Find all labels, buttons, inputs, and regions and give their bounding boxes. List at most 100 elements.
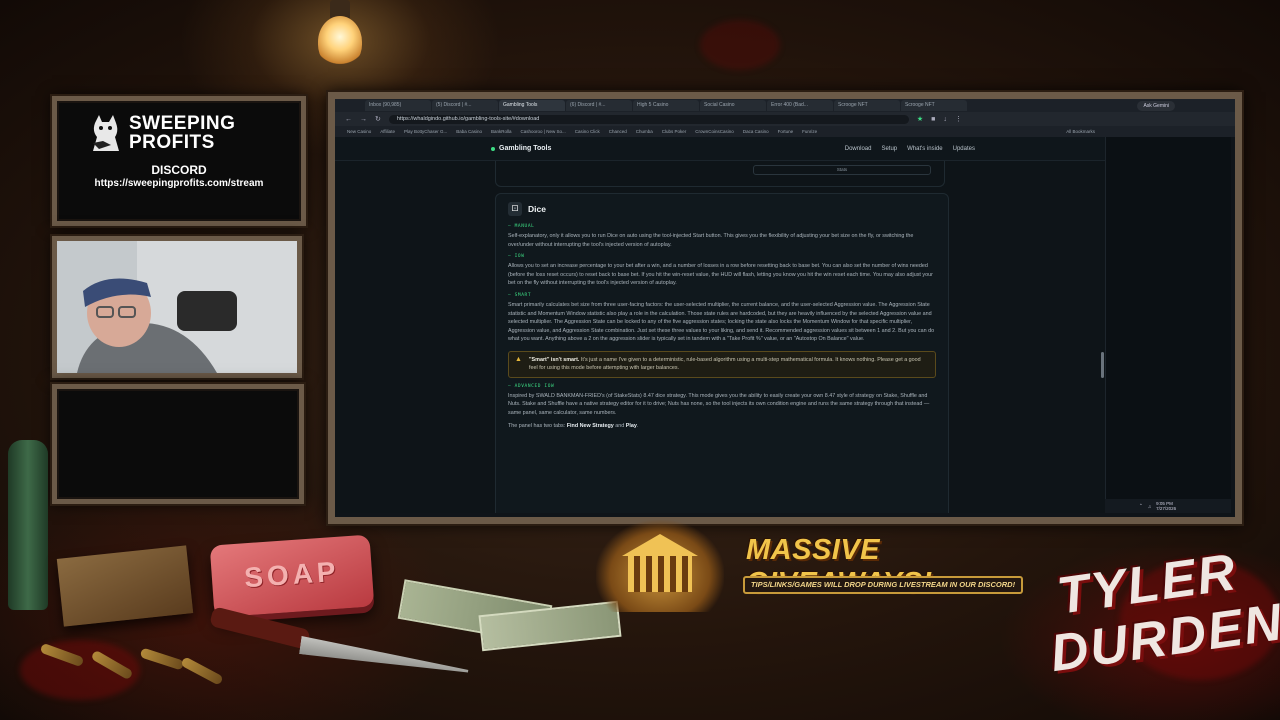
- tab-name-find-new-strategy: Find New Strategy: [566, 422, 614, 429]
- warning-icon: ▲: [515, 355, 522, 363]
- extensions-icon[interactable]: ■: [931, 116, 935, 123]
- wifi-icon[interactable]: ⌃: [1139, 503, 1143, 509]
- bookmark-item[interactable]: Funrize: [802, 129, 817, 134]
- bullets-prop: [39, 642, 240, 690]
- section-label-iow: — IOW: [508, 254, 525, 260]
- section-label-smart: — SMART: [508, 292, 532, 298]
- browser-window: Inbox (90,985) (5) Discord | #... Gambli…: [335, 99, 1235, 517]
- brand-dot-icon: [491, 146, 495, 151]
- ask-gemini-button[interactable]: Ask Gemini: [1137, 100, 1175, 111]
- browser-frame: Inbox (90,985) (5) Discord | #... Gambli…: [328, 92, 1242, 524]
- site-brand[interactable]: Gambling Tools: [491, 145, 551, 152]
- dice-title: Dice: [528, 204, 546, 214]
- browser-tab[interactable]: Scrooge NFT: [834, 100, 900, 111]
- section-text-advanced-iow: Inspired by SWALD BANKMAN-FRIED's (of St…: [508, 392, 930, 416]
- reload-icon[interactable]: ↻: [375, 115, 381, 123]
- warning-bold: "Smart" isn't smart.: [529, 356, 580, 363]
- brand-title: SWEEPING PROFITS: [129, 114, 269, 152]
- soap-bar: SOAP: [209, 534, 375, 618]
- browser-tab-active[interactable]: Gambling Tools: [499, 100, 565, 111]
- brand-line-1: SWEEPING: [129, 113, 236, 134]
- tabs-line-prefix: The panel has two tabs:: [508, 422, 567, 429]
- section-text-manual: Self-explanatory, only it allows you to …: [508, 233, 914, 248]
- bookmark-item[interactable]: Daca Casino: [743, 129, 769, 134]
- bookmark-item[interactable]: Cashooroo | New So...: [521, 129, 566, 134]
- tab-name-play: Play: [625, 422, 637, 429]
- discord-url: https://sweepingprofits.com/stream: [94, 178, 264, 189]
- previous-card: Stats: [495, 157, 945, 187]
- brand-line-2: PROFITS: [129, 132, 215, 153]
- back-icon[interactable]: ←: [345, 116, 352, 123]
- download-icon[interactable]: ↓: [943, 116, 947, 123]
- web-page: Stats Gambling Tools Download Setup What…: [335, 137, 1105, 513]
- browser-tab[interactable]: Social Casino: [700, 100, 766, 111]
- nav-setup[interactable]: Setup: [881, 146, 897, 152]
- bookmark-item[interactable]: Chumba: [636, 129, 653, 134]
- nav-whats-inside[interactable]: What's inside: [907, 146, 943, 152]
- knife-blade: [299, 628, 471, 677]
- star-icon[interactable]: ★: [917, 115, 923, 123]
- warning-text: It's just a name I've given to a determi…: [529, 356, 921, 372]
- menu-icon[interactable]: ⋮: [955, 115, 962, 123]
- bookmark-item[interactable]: Affiliate: [380, 129, 395, 134]
- bookmark-item[interactable]: New Casino: [347, 129, 371, 134]
- site-nav: Gambling Tools Download Setup What's ins…: [335, 137, 1105, 161]
- tabs-line: The panel has two tabs: Find New Strateg…: [508, 422, 639, 429]
- address-bar[interactable]: https://whaldgindo.github.io/gambling-to…: [388, 114, 909, 124]
- brand-panel: SWEEPING PROFITS DISCORD https://sweepin…: [52, 96, 306, 226]
- stats-button[interactable]: Stats: [753, 165, 931, 175]
- sweeping-profits-logo: SWEEPING PROFITS: [57, 113, 301, 153]
- warning-callout: ▲ "Smart" isn't smart. It's just a name …: [508, 350, 936, 378]
- browser-tab[interactable]: Inbox (90,985): [365, 100, 431, 111]
- browser-toolbar: ← → ↻ https://whaldgindo.github.io/gambl…: [335, 112, 1235, 126]
- blood-splatter: [700, 20, 780, 70]
- giveaway-subtitle: TIPS/LINKS/GAMES WILL DROP DURING LIVEST…: [743, 576, 1023, 594]
- giveaway-banner: MASSIVE GIVEAWAYS! TIPS/LINKS/GAMES WILL…: [596, 520, 1046, 612]
- system-tray: ⌃ ♫ 9:05 PM 7/27/2026: [1105, 499, 1231, 513]
- light-bulb-icon: [318, 16, 362, 68]
- streamer-image: [57, 241, 297, 373]
- bookmark-item[interactable]: BankRolla: [491, 129, 512, 134]
- nav-updates[interactable]: Updates: [953, 146, 975, 152]
- dice-header: ⚀ Dice: [508, 202, 936, 216]
- browser-tab[interactable]: (5) Discord | #...: [432, 100, 498, 111]
- discord-label: DISCORD: [151, 163, 207, 177]
- bookmark-item[interactable]: Casino Click: [575, 129, 600, 134]
- bookmark-item[interactable]: Fortune: [778, 129, 794, 134]
- bookmarks-bar: New Casino Affiliate Play BottyChaser G.…: [335, 126, 1235, 137]
- stream-overlay: SWEEPING PROFITS DISCORD https://sweepin…: [0, 0, 1280, 720]
- section-label-manual: — MANUAL: [508, 224, 535, 229]
- cigarette-box-prop: [56, 545, 194, 627]
- nav-download[interactable]: Download: [845, 146, 872, 152]
- bookmark-item[interactable]: Clubs Poker: [662, 129, 687, 134]
- side-panel: [1105, 137, 1231, 513]
- bookmark-item[interactable]: Baba Casino: [456, 129, 482, 134]
- bookmark-item[interactable]: Chanced: [609, 129, 627, 134]
- all-bookmarks[interactable]: All Bookmarks: [1066, 129, 1095, 134]
- clock[interactable]: 9:05 PM 7/27/2026: [1156, 501, 1176, 511]
- scrollbar-thumb[interactable]: [1101, 352, 1104, 378]
- clock-date: 7/27/2026: [1156, 506, 1177, 511]
- section-text-smart: Smart primarily calculates bet size from…: [508, 301, 935, 343]
- section-text-iow: Allows you to set an increase percentage…: [508, 263, 933, 287]
- browser-tab[interactable]: Scrooge NFT: [901, 100, 967, 111]
- webcam-feed: [52, 236, 302, 378]
- tabs-line-and: and: [613, 422, 626, 429]
- site-brand-label: Gambling Tools: [499, 145, 552, 152]
- browser-tab[interactable]: High 5 Casino: [633, 100, 699, 111]
- cat-mascot-icon: [89, 113, 123, 153]
- dice-icon: ⚀: [508, 202, 522, 216]
- section-label-advanced-iow: — ADVANCED IOW: [508, 383, 555, 389]
- tab-bar: Inbox (90,985) (5) Discord | #... Gambli…: [335, 99, 1235, 112]
- forward-icon[interactable]: →: [360, 116, 367, 123]
- bookmark-item[interactable]: CrownCoinsCasino: [695, 129, 734, 134]
- dice-card: ⚀ Dice — MANUAL Self-explanatory, only i…: [495, 193, 949, 513]
- bookmark-item[interactable]: Play BottyChaser G...: [404, 129, 447, 134]
- browser-tab[interactable]: Error 400 (Bad...: [767, 100, 833, 111]
- tyler-durden-logo: TYLER DURDEN: [1039, 542, 1280, 710]
- bottle-prop: [8, 440, 48, 610]
- site-nav-links: Download Setup What's inside Updates: [845, 146, 975, 152]
- volume-icon[interactable]: ♫: [1148, 504, 1151, 509]
- bank-icon: [596, 520, 724, 612]
- browser-tab[interactable]: (6) Discord | #...: [566, 100, 632, 111]
